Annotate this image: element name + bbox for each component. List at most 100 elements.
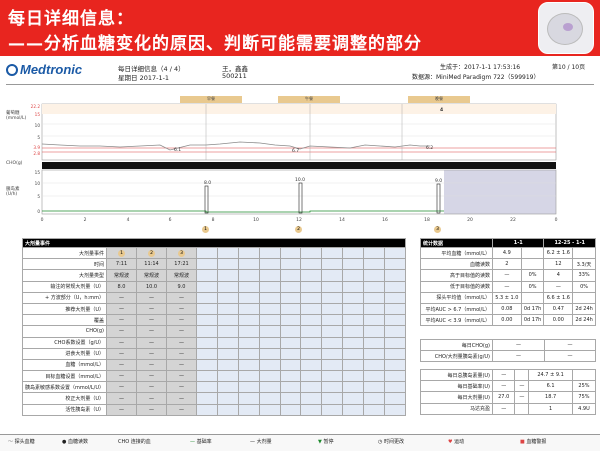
empty-cell xyxy=(279,291,302,304)
empty-cell xyxy=(237,258,260,271)
empty-cell xyxy=(216,392,239,405)
table-row: 校正大剂量（U） — — — xyxy=(21,392,406,405)
stats-cell: — xyxy=(492,338,545,352)
empty-cell xyxy=(321,370,344,383)
empty-cell xyxy=(279,381,302,394)
empty-cell xyxy=(237,381,260,394)
empty-cell xyxy=(279,392,302,405)
table-cell: — xyxy=(136,358,168,372)
bolus-table-header: 大剂量事件 xyxy=(22,238,406,248)
empty-cell xyxy=(384,258,406,271)
stats-cell: CHO/大剂量胰岛素(g/U) xyxy=(420,350,493,363)
x-tick: 4 xyxy=(127,217,130,223)
legend-exercise: ♥ 运动 xyxy=(448,439,465,445)
empty-cell xyxy=(216,370,239,383)
empty-cell xyxy=(279,403,302,416)
row-label: 活性胰岛素（U） xyxy=(21,403,108,416)
stats-cell: 24.7 ± 9.1 xyxy=(528,368,573,382)
row-label: 覆盖 xyxy=(21,314,108,327)
empty-cell xyxy=(384,403,406,416)
empty-cell xyxy=(196,325,218,338)
table-cell: 8.0 xyxy=(106,280,138,293)
timeline-marker[interactable]: 2 xyxy=(295,226,302,233)
table-cell: — xyxy=(166,347,198,360)
table-cell: — xyxy=(136,325,168,338)
bolus-bar xyxy=(436,183,441,214)
table-cell: 17:21 xyxy=(166,258,198,271)
empty-cell xyxy=(196,381,218,394)
empty-cell xyxy=(321,246,344,260)
table-cell: — xyxy=(136,370,168,383)
cho-bar xyxy=(42,162,556,169)
empty-cell xyxy=(342,381,365,394)
table-cell: — xyxy=(106,381,138,394)
empty-cell xyxy=(279,258,302,271)
stats-cell: 6.6 ± 1.6 xyxy=(543,291,574,304)
insulin-y-tick: 10 xyxy=(35,181,41,186)
header-divider xyxy=(6,84,594,85)
empty-cell xyxy=(300,381,323,394)
empty-cell xyxy=(237,358,260,372)
empty-cell xyxy=(237,314,260,327)
bolus-event-marker[interactable]: 2 xyxy=(148,249,156,257)
medtronic-logo-icon xyxy=(6,64,18,76)
empty-cell xyxy=(342,370,365,383)
legend-alarm: ■ 血糖警报 xyxy=(520,439,547,445)
empty-cell xyxy=(258,291,281,304)
stats-header: 12-25 - 1-1 xyxy=(543,238,596,248)
empty-cell xyxy=(363,403,386,416)
legend-basal: — 基础率 xyxy=(190,439,212,445)
stats-cell xyxy=(514,402,530,415)
empty-cell xyxy=(363,280,386,293)
x-tick: 16 xyxy=(382,217,388,223)
bolus-event-marker[interactable]: 1 xyxy=(118,249,126,257)
stats-cell: — xyxy=(514,380,530,393)
empty-cell xyxy=(342,325,365,338)
empty-cell xyxy=(384,381,406,394)
stats-cell: 2d 24h xyxy=(572,314,596,327)
table-cell: — xyxy=(136,403,168,416)
stats-cell: — xyxy=(491,380,516,393)
bolus-event-marker[interactable]: 3 xyxy=(178,249,186,257)
glucose-mark: 6.1 xyxy=(174,147,181,153)
legend-suspend: ▼ 暂停 xyxy=(318,439,334,445)
empty-cell xyxy=(342,291,365,304)
empty-cell xyxy=(342,314,365,327)
x-tick: 0 xyxy=(41,217,44,223)
table-row: 平均血糖（mmol/L） 4.9 6.2 ± 1.6 xyxy=(420,246,596,260)
empty-cell xyxy=(196,258,218,271)
empty-cell xyxy=(279,302,302,316)
table-row: 胰岛素敏感系数设置（mmol/L/U） — — — xyxy=(21,381,406,394)
empty-cell xyxy=(363,302,386,316)
stats-cell: 低于目标值的读数 xyxy=(420,280,493,293)
empty-cell xyxy=(216,381,239,394)
timeline-marker[interactable]: 3 xyxy=(434,226,441,233)
empty-cell xyxy=(237,392,260,405)
empty-cell xyxy=(216,336,239,349)
empty-cell xyxy=(279,370,302,383)
table-cell: — xyxy=(106,291,138,304)
empty-cell xyxy=(342,336,365,349)
stats-cell: 3.3/天 xyxy=(572,258,596,271)
stats-cell: 5.3 ± 1.0 xyxy=(492,291,522,304)
table-cell: — xyxy=(106,347,138,360)
empty-cell xyxy=(216,246,239,260)
stats-cell: — xyxy=(492,269,522,282)
empty-cell xyxy=(300,291,323,304)
empty-cell xyxy=(300,403,323,416)
empty-cell xyxy=(363,392,386,405)
timeline-marker[interactable]: 1 xyxy=(202,226,209,233)
insulin-y-tick: 15 xyxy=(35,170,41,175)
bolus-bar xyxy=(298,182,303,214)
table-cell: — xyxy=(136,314,168,327)
empty-cell xyxy=(279,347,302,360)
empty-cell xyxy=(384,269,406,282)
empty-cell xyxy=(196,370,218,383)
stats-cell xyxy=(520,246,545,260)
stats-cell: 75% xyxy=(571,391,597,404)
empty-cell xyxy=(363,347,386,360)
stats-cell: 25% xyxy=(571,380,597,393)
empty-cell xyxy=(384,280,406,293)
table-row: CHO系数设置（g/U） — — — xyxy=(21,336,406,349)
empty-cell xyxy=(300,325,323,338)
